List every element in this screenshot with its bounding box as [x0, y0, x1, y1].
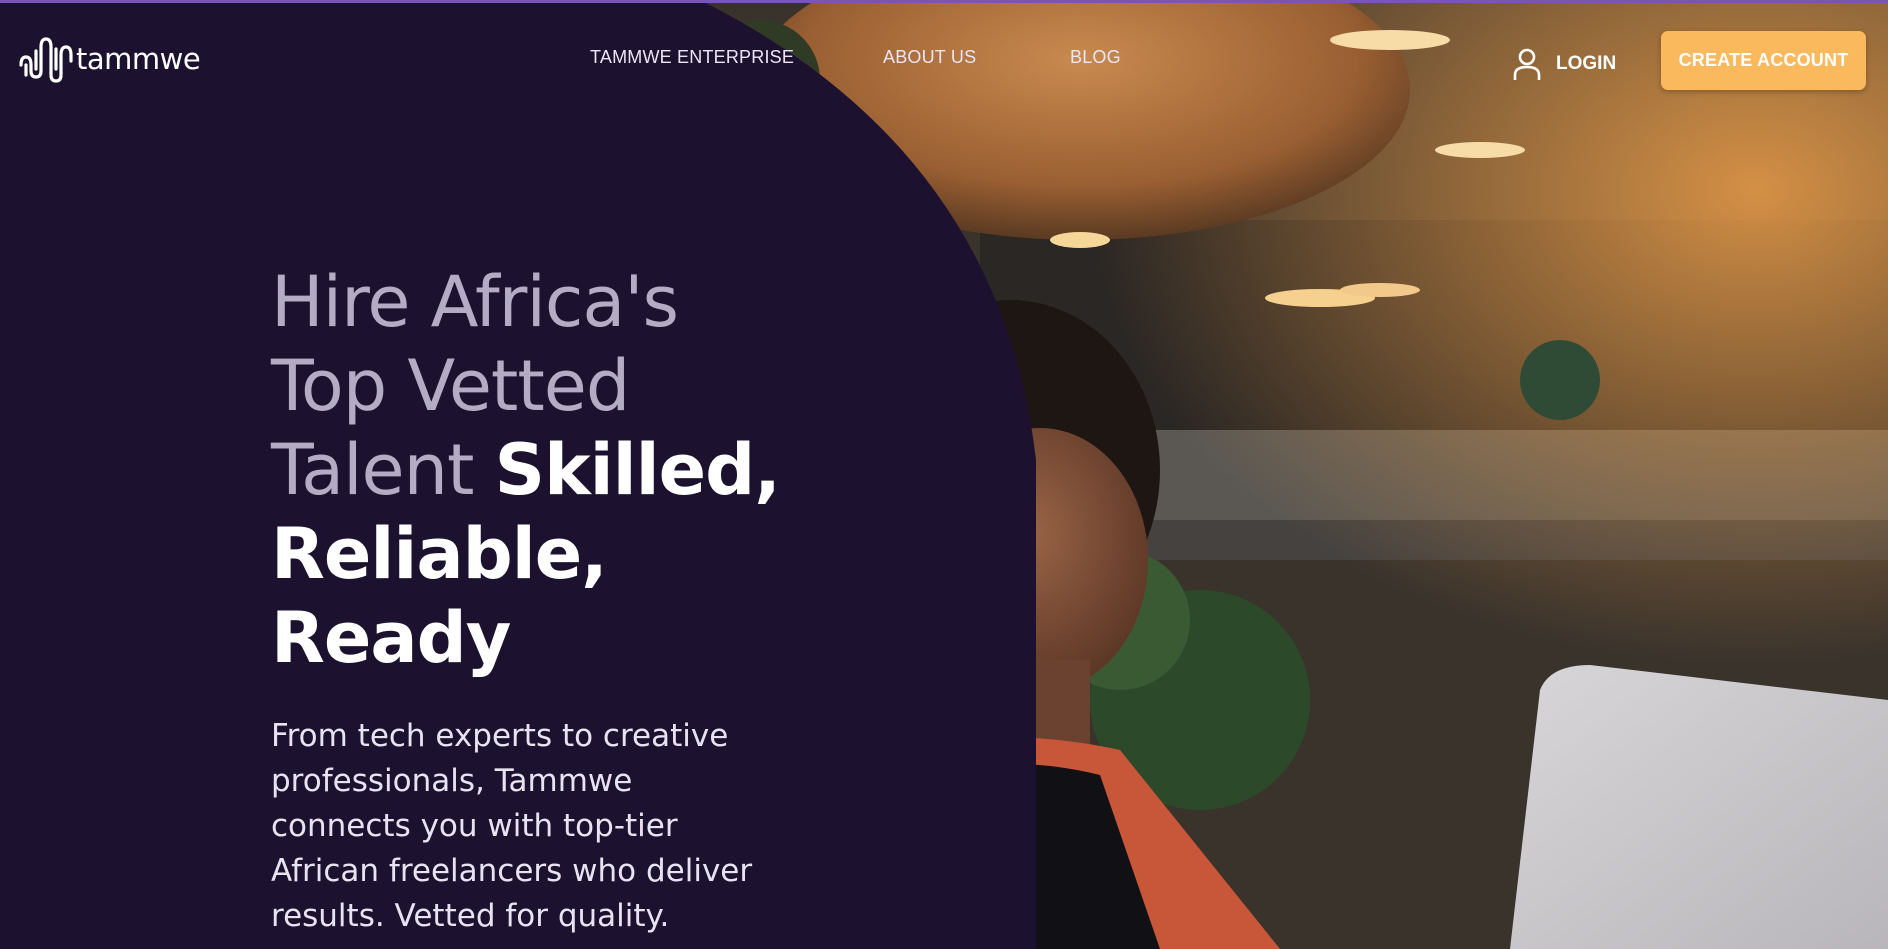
hero-subtitle: From tech experts to creative profession…: [271, 718, 753, 934]
nav-link-about-us[interactable]: ABOUT US: [883, 47, 976, 68]
tammwe-wave-icon: [19, 37, 73, 83]
top-accent-strip: [0, 0, 1888, 3]
site-header: tammwe TAMMWE ENTERPRISE ABOUT US BLOG L…: [0, 3, 1888, 113]
login-label: LOGIN: [1556, 53, 1617, 74]
hero-headline: Hire Africa's Top Vetted Talent Skilled,…: [271, 260, 791, 680]
login-link[interactable]: LOGIN: [1512, 47, 1616, 81]
nav-link-blog[interactable]: BLOG: [1070, 47, 1121, 68]
user-icon: [1513, 48, 1541, 80]
landing-page: tammwe TAMMWE ENTERPRISE ABOUT US BLOG L…: [0, 0, 1888, 949]
logo-wordmark: tammwe: [76, 42, 201, 76]
tammwe-logo[interactable]: tammwe: [18, 35, 201, 83]
hero-content: Hire Africa's Top Vetted Talent Skilled,…: [271, 260, 791, 939]
create-account-button[interactable]: CREATE ACCOUNT: [1661, 31, 1866, 90]
nav-link-tammwe-enterprise[interactable]: TAMMWE ENTERPRISE: [590, 47, 794, 68]
